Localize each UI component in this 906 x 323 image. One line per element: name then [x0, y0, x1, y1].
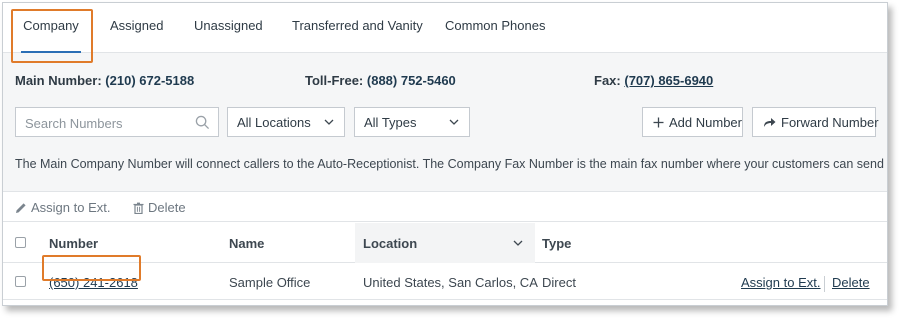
tollfree-number-value: (888) 752-5460: [366, 73, 456, 88]
pencil-icon: [16, 202, 26, 213]
row-number-link[interactable]: (650) 241-2618: [49, 275, 138, 290]
plus-icon: [653, 117, 664, 128]
chevron-down-icon: [449, 119, 459, 125]
location-select-value: All Locations: [237, 115, 311, 130]
table-row: (650) 241-2618 Sample Office United Stat…: [3, 264, 887, 300]
fax-number-link[interactable]: (707) 865-6940: [624, 73, 713, 88]
table-header: Number Name Location Type: [3, 223, 887, 263]
tab-transferred-vanity[interactable]: Transferred and Vanity: [292, 3, 423, 53]
row-checkbox[interactable]: [15, 276, 26, 287]
fax-number-label: Fax:: [594, 73, 621, 88]
info-text: The Main Company Number will connect cal…: [15, 157, 888, 171]
delete-label: Delete: [148, 200, 186, 215]
tab-unassigned[interactable]: Unassigned: [194, 3, 263, 53]
row-location: United States, San Carlos, CA: [363, 275, 538, 290]
select-all-checkbox[interactable]: [15, 237, 26, 248]
tab-transferred-vanity-label: Transferred and Vanity: [292, 18, 423, 33]
type-select-value: All Types: [364, 115, 417, 130]
tollfree-number: Toll-Free: (888) 752-5460: [305, 73, 456, 88]
tab-assigned-label: Assigned: [110, 18, 164, 33]
assign-to-ext-label: Assign to Ext.: [31, 200, 111, 215]
chevron-down-icon: [324, 119, 334, 125]
tab-bar: Company Assigned Unassigned Transferred …: [3, 3, 887, 53]
tollfree-number-label: Toll-Free:: [305, 73, 364, 88]
column-header-name[interactable]: Name: [229, 236, 264, 251]
tab-common-phones-label: Common Phones: [445, 18, 546, 33]
tab-unassigned-label: Unassigned: [194, 18, 263, 33]
add-number-button[interactable]: Add Number: [642, 107, 743, 137]
main-number: Main Number: (210) 672-5188: [15, 73, 194, 88]
assign-to-ext-action[interactable]: Assign to Ext.: [15, 200, 110, 215]
search-icon: [195, 115, 210, 130]
tab-assigned[interactable]: Assigned: [110, 3, 163, 53]
row-action-divider: [824, 276, 825, 292]
location-select[interactable]: All Locations: [227, 107, 345, 137]
column-header-location[interactable]: Location: [363, 236, 417, 251]
forward-number-button[interactable]: Forward Number: [752, 107, 879, 137]
active-tab-underline: [21, 51, 81, 53]
forward-number-label: Forward Number: [781, 115, 879, 130]
add-number-label: Add Number: [669, 115, 742, 130]
numbers-panel: Company Assigned Unassigned Transferred …: [2, 2, 888, 306]
bulk-actions-bar: Assign to Ext. Delete: [3, 192, 887, 222]
tab-company-label: Company: [23, 18, 79, 33]
tab-common-phones[interactable]: Common Phones: [445, 3, 545, 53]
type-select[interactable]: All Types: [354, 107, 470, 137]
row-assign-link[interactable]: Assign to Ext.: [741, 275, 820, 290]
trash-icon: [133, 202, 144, 214]
row-delete-link[interactable]: Delete: [832, 275, 870, 290]
row-name: Sample Office: [229, 275, 311, 290]
numbers-table: Assign to Ext. Delete Number Name Locati…: [3, 191, 887, 305]
row-type: Direct: [542, 275, 576, 290]
forward-arrow-icon: [764, 118, 776, 127]
search-placeholder: Search Numbers: [25, 116, 123, 131]
tab-company[interactable]: Company: [15, 3, 87, 53]
column-header-number[interactable]: Number: [49, 236, 98, 251]
column-header-type[interactable]: Type: [542, 236, 571, 251]
main-number-value: (210) 672-5188: [105, 73, 195, 88]
fax-number: Fax: (707) 865-6940: [594, 73, 713, 88]
main-number-label: Main Number:: [15, 73, 102, 88]
delete-action[interactable]: Delete: [133, 200, 186, 215]
location-filter-chevron-icon[interactable]: [513, 240, 523, 247]
search-input[interactable]: Search Numbers: [15, 107, 219, 137]
